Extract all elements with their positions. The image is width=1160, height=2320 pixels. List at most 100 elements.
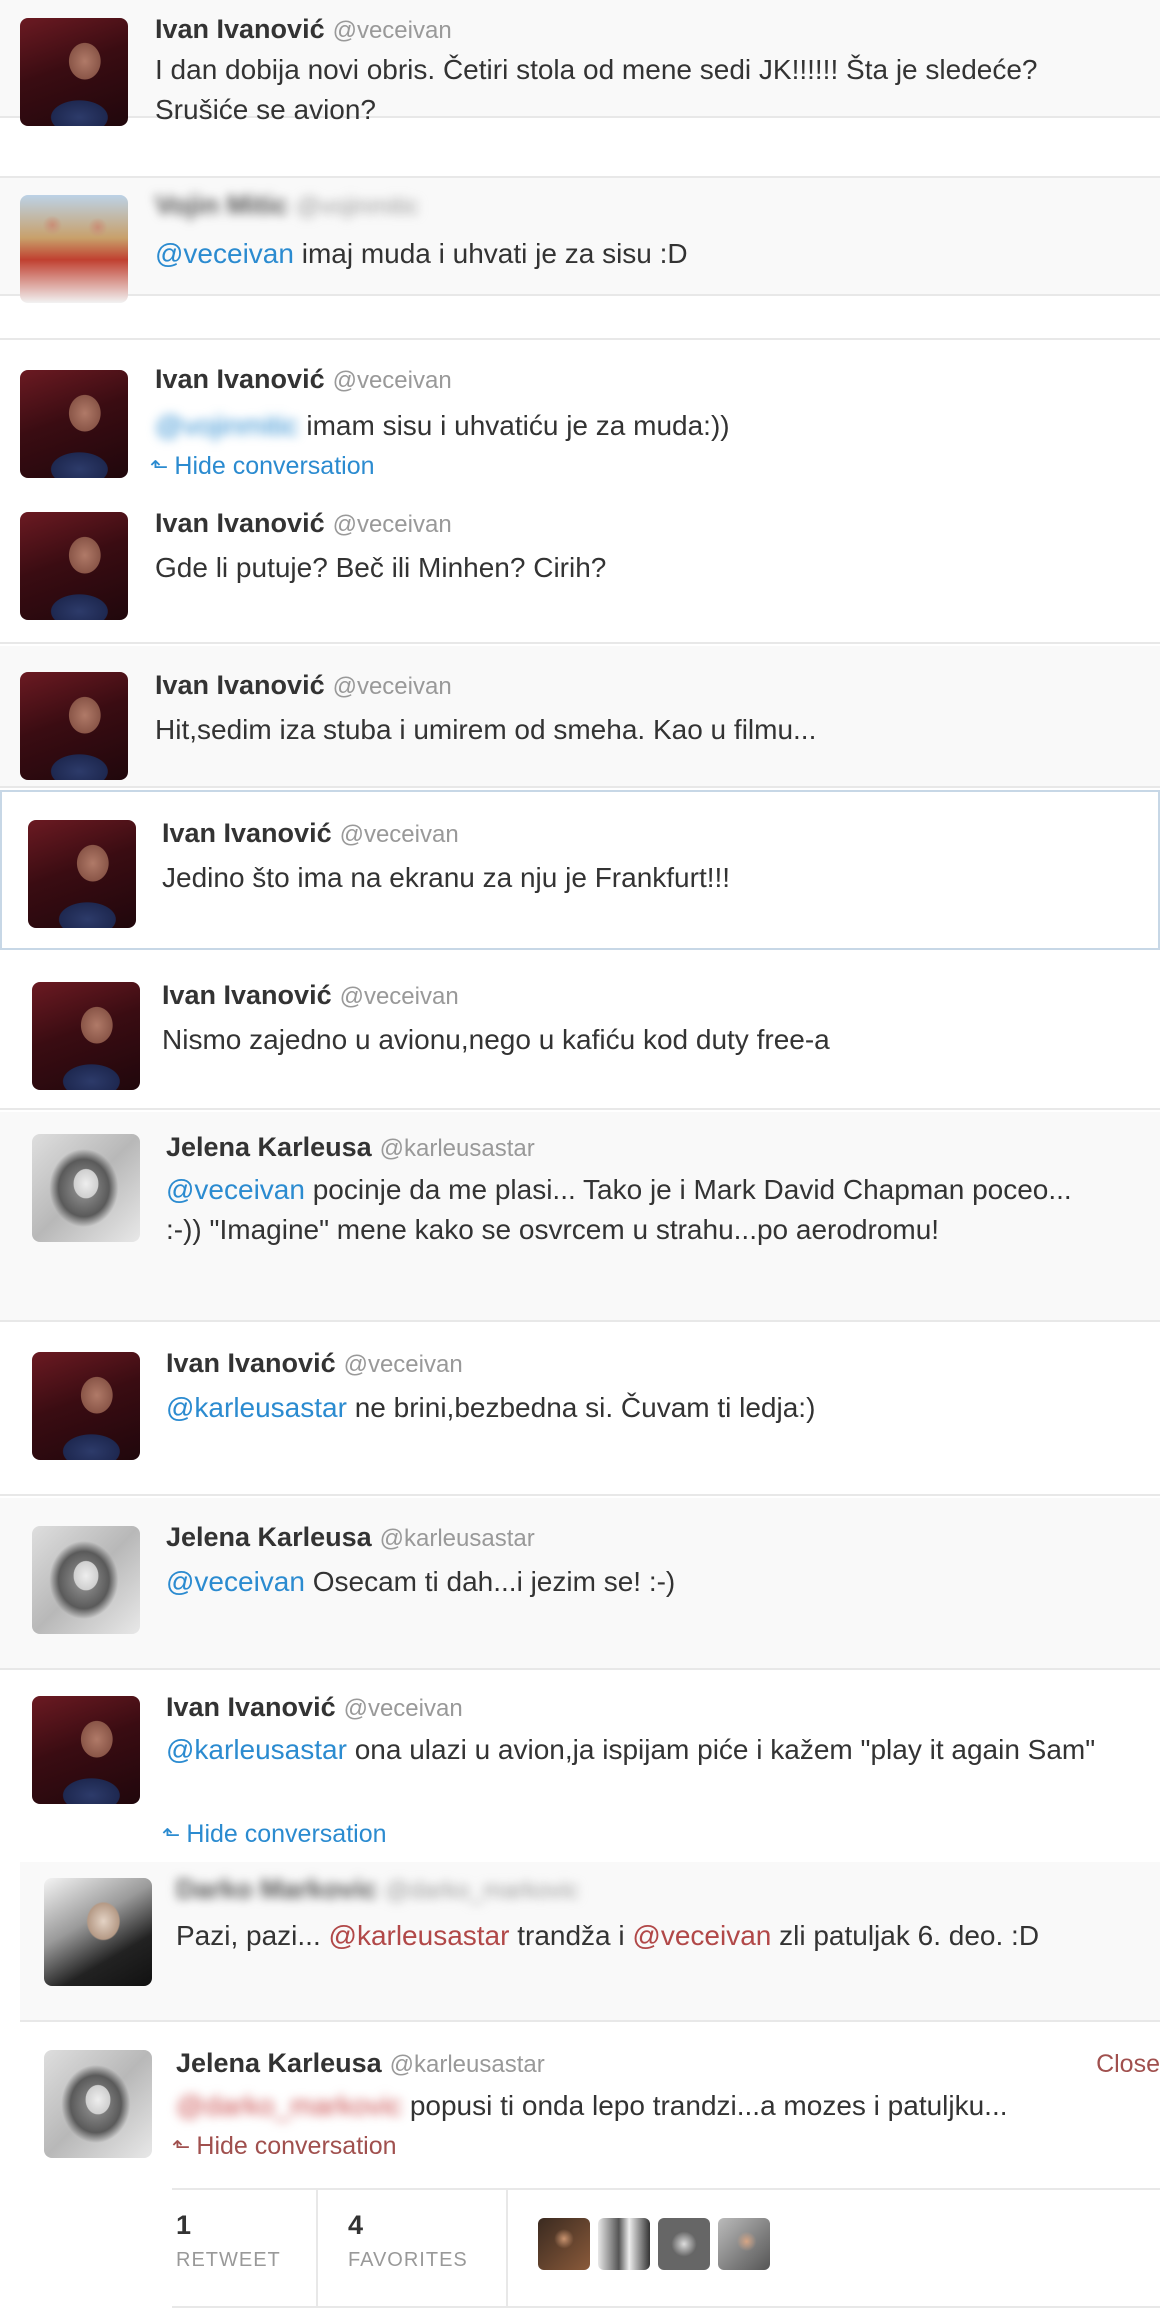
author-fullname[interactable]: Jelena Karleusa	[166, 1132, 372, 1162]
author-name[interactable]: Ivan Ivanović @veceivan	[155, 670, 452, 701]
author-handle[interactable]: @vojinmitic	[296, 193, 419, 220]
author-name[interactable]: Vojin Mitic @vojinmitic	[155, 190, 419, 221]
avatar[interactable]	[28, 820, 136, 928]
mention-link[interactable]: @vojinmitic	[155, 410, 299, 441]
author-name[interactable]: Ivan Ivanović @veceivan	[162, 980, 459, 1011]
hide-conversation-link[interactable]: ⬑ Hide conversation	[172, 2132, 397, 2161]
mention-link[interactable]: @darko_markovic	[176, 2090, 402, 2121]
mention-link[interactable]: @veceivan	[166, 1174, 305, 1205]
author-name[interactable]: Ivan Ivanović @veceivan	[155, 508, 452, 539]
author-fullname[interactable]: Vojin Mitic	[155, 190, 288, 220]
author-fullname[interactable]: Ivan Ivanović	[162, 818, 332, 848]
author-handle[interactable]: @veceivan	[344, 1695, 463, 1722]
author-handle[interactable]: @karleusastar	[390, 2051, 545, 2078]
tweet-text: @veceivan pocinje da me plasi... Tako je…	[166, 1170, 1106, 1250]
avatar[interactable]	[44, 1878, 152, 1986]
avatar[interactable]	[32, 982, 140, 1090]
author-handle[interactable]: @veceivan	[333, 17, 452, 44]
author-name[interactable]: Ivan Ivanović @veceivan	[155, 14, 452, 45]
mention-link[interactable]: @karleusastar	[166, 1734, 347, 1765]
author-name[interactable]: Darko Markovic @darko_markovic	[176, 1874, 579, 1905]
avatar[interactable]	[32, 1134, 140, 1242]
tweet[interactable]: Ivan Ivanović @veceivan Hit,sedim iza stu…	[0, 646, 1160, 788]
tweet[interactable]: Ivan Ivanović @veceivan @vojinmitic imam …	[0, 338, 1160, 488]
tweet[interactable]: Ivan Ivanović @veceivan @karleusastar ona…	[0, 1672, 1160, 1862]
avatar[interactable]	[20, 370, 128, 478]
avatar[interactable]	[44, 2050, 152, 2158]
tweet[interactable]: Jelena Karleusa @karleusastar Close @dark…	[20, 2024, 1160, 2184]
retweet-number: 1	[176, 2210, 192, 2240]
tweet[interactable]: Ivan Ivanović @veceivan I dan dobija novi…	[0, 0, 1160, 126]
author-fullname[interactable]: Ivan Ivanović	[155, 670, 325, 700]
reply-arrow-icon: ⬑	[150, 454, 169, 479]
author-fullname[interactable]: Ivan Ivanović	[155, 364, 325, 394]
avatar[interactable]	[32, 1526, 140, 1634]
retweet-count[interactable]: 1 RETWEET	[176, 2210, 281, 2272]
tweet[interactable]: Ivan Ivanović @veceivan Jedino što ima na…	[0, 790, 1160, 950]
tweet[interactable]: Ivan Ivanović @veceivan @karleusastar ne …	[0, 1324, 1160, 1496]
tweet-text: @vojinmitic imam sisu i uhvatiću je za m…	[155, 406, 1115, 446]
hide-conversation-link[interactable]: ⬑ Hide conversation	[162, 1820, 387, 1849]
avatar[interactable]	[32, 1352, 140, 1460]
favoriter-avatar[interactable]	[598, 2218, 650, 2270]
reply-arrow-icon: ⬑	[162, 1822, 181, 1847]
author-handle[interactable]: @darko_markovic	[385, 1877, 579, 1904]
author-handle[interactable]: @veceivan	[333, 673, 452, 700]
author-fullname[interactable]: Ivan Ivanović	[155, 14, 325, 44]
tweet-body: Pazi, pazi...	[176, 1920, 329, 1951]
mention-link[interactable]: @veceivan	[155, 238, 294, 269]
author-fullname[interactable]: Jelena Karleusa	[176, 2048, 382, 2078]
stats-divider	[506, 2190, 508, 2306]
tweet-text: Nismo zajedno u avionu,nego u kafiću kod…	[162, 1024, 830, 1055]
tweet-text: @veceivan imaj muda i uhvati je za sisu …	[155, 234, 1115, 274]
tweet[interactable]: Jelena Karleusa @karleusastar @veceivan p…	[0, 1112, 1160, 1322]
author-handle[interactable]: @veceivan	[340, 821, 459, 848]
tweet[interactable]: Darko Markovic @darko_markovic Pazi, pazi…	[20, 1862, 1160, 2022]
avatar[interactable]	[20, 195, 128, 303]
author-name[interactable]: Jelena Karleusa @karleusastar	[176, 2048, 545, 2079]
tweet-text: Jedino što ima na ekranu za nju je Frank…	[162, 862, 731, 893]
tweet-text: @karleusastar ne brini,bezbedna si. Čuva…	[166, 1388, 1126, 1428]
author-fullname[interactable]: Ivan Ivanović	[162, 980, 332, 1010]
author-name[interactable]: Jelena Karleusa @karleusastar	[166, 1132, 535, 1163]
author-handle[interactable]: @veceivan	[344, 1351, 463, 1378]
tweet[interactable]: Ivan Ivanović @veceivan Nismo zajedno u a…	[0, 952, 1160, 1110]
tweet[interactable]: Ivan Ivanović @veceivan Gde li putuje? Be…	[0, 490, 1160, 644]
author-name[interactable]: Ivan Ivanović @veceivan	[162, 818, 459, 849]
author-name[interactable]: Ivan Ivanović @veceivan	[166, 1692, 463, 1723]
author-handle[interactable]: @karleusastar	[380, 1525, 535, 1552]
tweet[interactable]: Vojin Mitic @vojinmitic @veceivan imaj mu…	[0, 176, 1160, 303]
favoriter-avatar[interactable]	[718, 2218, 770, 2270]
author-fullname[interactable]: Ivan Ivanović	[166, 1348, 336, 1378]
mention-link[interactable]: @karleusastar	[166, 1392, 347, 1423]
author-name[interactable]: Ivan Ivanović @veceivan	[155, 364, 452, 395]
avatar[interactable]	[32, 1696, 140, 1804]
author-fullname[interactable]: Darko Markovic	[176, 1874, 377, 1904]
favorites-count[interactable]: 4 FAVORITES	[348, 2210, 468, 2272]
hide-conversation-label: Hide conversation	[186, 1820, 387, 1848]
author-name[interactable]: Ivan Ivanović @veceivan	[166, 1348, 463, 1379]
mention-link[interactable]: @karleusastar	[329, 1920, 510, 1951]
avatar[interactable]	[20, 512, 128, 620]
tweet[interactable]: Jelena Karleusa @karleusastar @veceivan O…	[0, 1498, 1160, 1670]
avatar[interactable]	[20, 672, 128, 780]
tweet-body: Osecam ti dah...i jezim se! :-)	[304, 1566, 676, 1597]
tweet-text: Hit,sedim iza stuba i umirem od smeha. K…	[155, 714, 817, 745]
close-link[interactable]: Close	[1096, 2050, 1160, 2079]
hide-conversation-link[interactable]: ⬑ Hide conversation	[150, 452, 375, 481]
author-fullname[interactable]: Ivan Ivanović	[166, 1692, 336, 1722]
tweet-text: I dan dobija novi obris. Četiri stola od…	[155, 54, 1038, 125]
author-fullname[interactable]: Jelena Karleusa	[166, 1522, 372, 1552]
author-handle[interactable]: @karleusastar	[380, 1135, 535, 1162]
author-handle[interactable]: @veceivan	[333, 511, 452, 538]
author-handle[interactable]: @veceivan	[333, 367, 452, 394]
tweet-body: popusi ti onda lepo trandzi...a mozes i …	[402, 2090, 1008, 2121]
author-fullname[interactable]: Ivan Ivanović	[155, 508, 325, 538]
mention-link[interactable]: @veceivan	[166, 1566, 305, 1597]
avatar[interactable]	[20, 18, 128, 126]
mention-link[interactable]: @veceivan	[632, 1920, 771, 1951]
favoriter-avatar[interactable]	[658, 2218, 710, 2270]
author-handle[interactable]: @veceivan	[340, 983, 459, 1010]
author-name[interactable]: Jelena Karleusa @karleusastar	[166, 1522, 535, 1553]
favoriter-avatar[interactable]	[538, 2218, 590, 2270]
